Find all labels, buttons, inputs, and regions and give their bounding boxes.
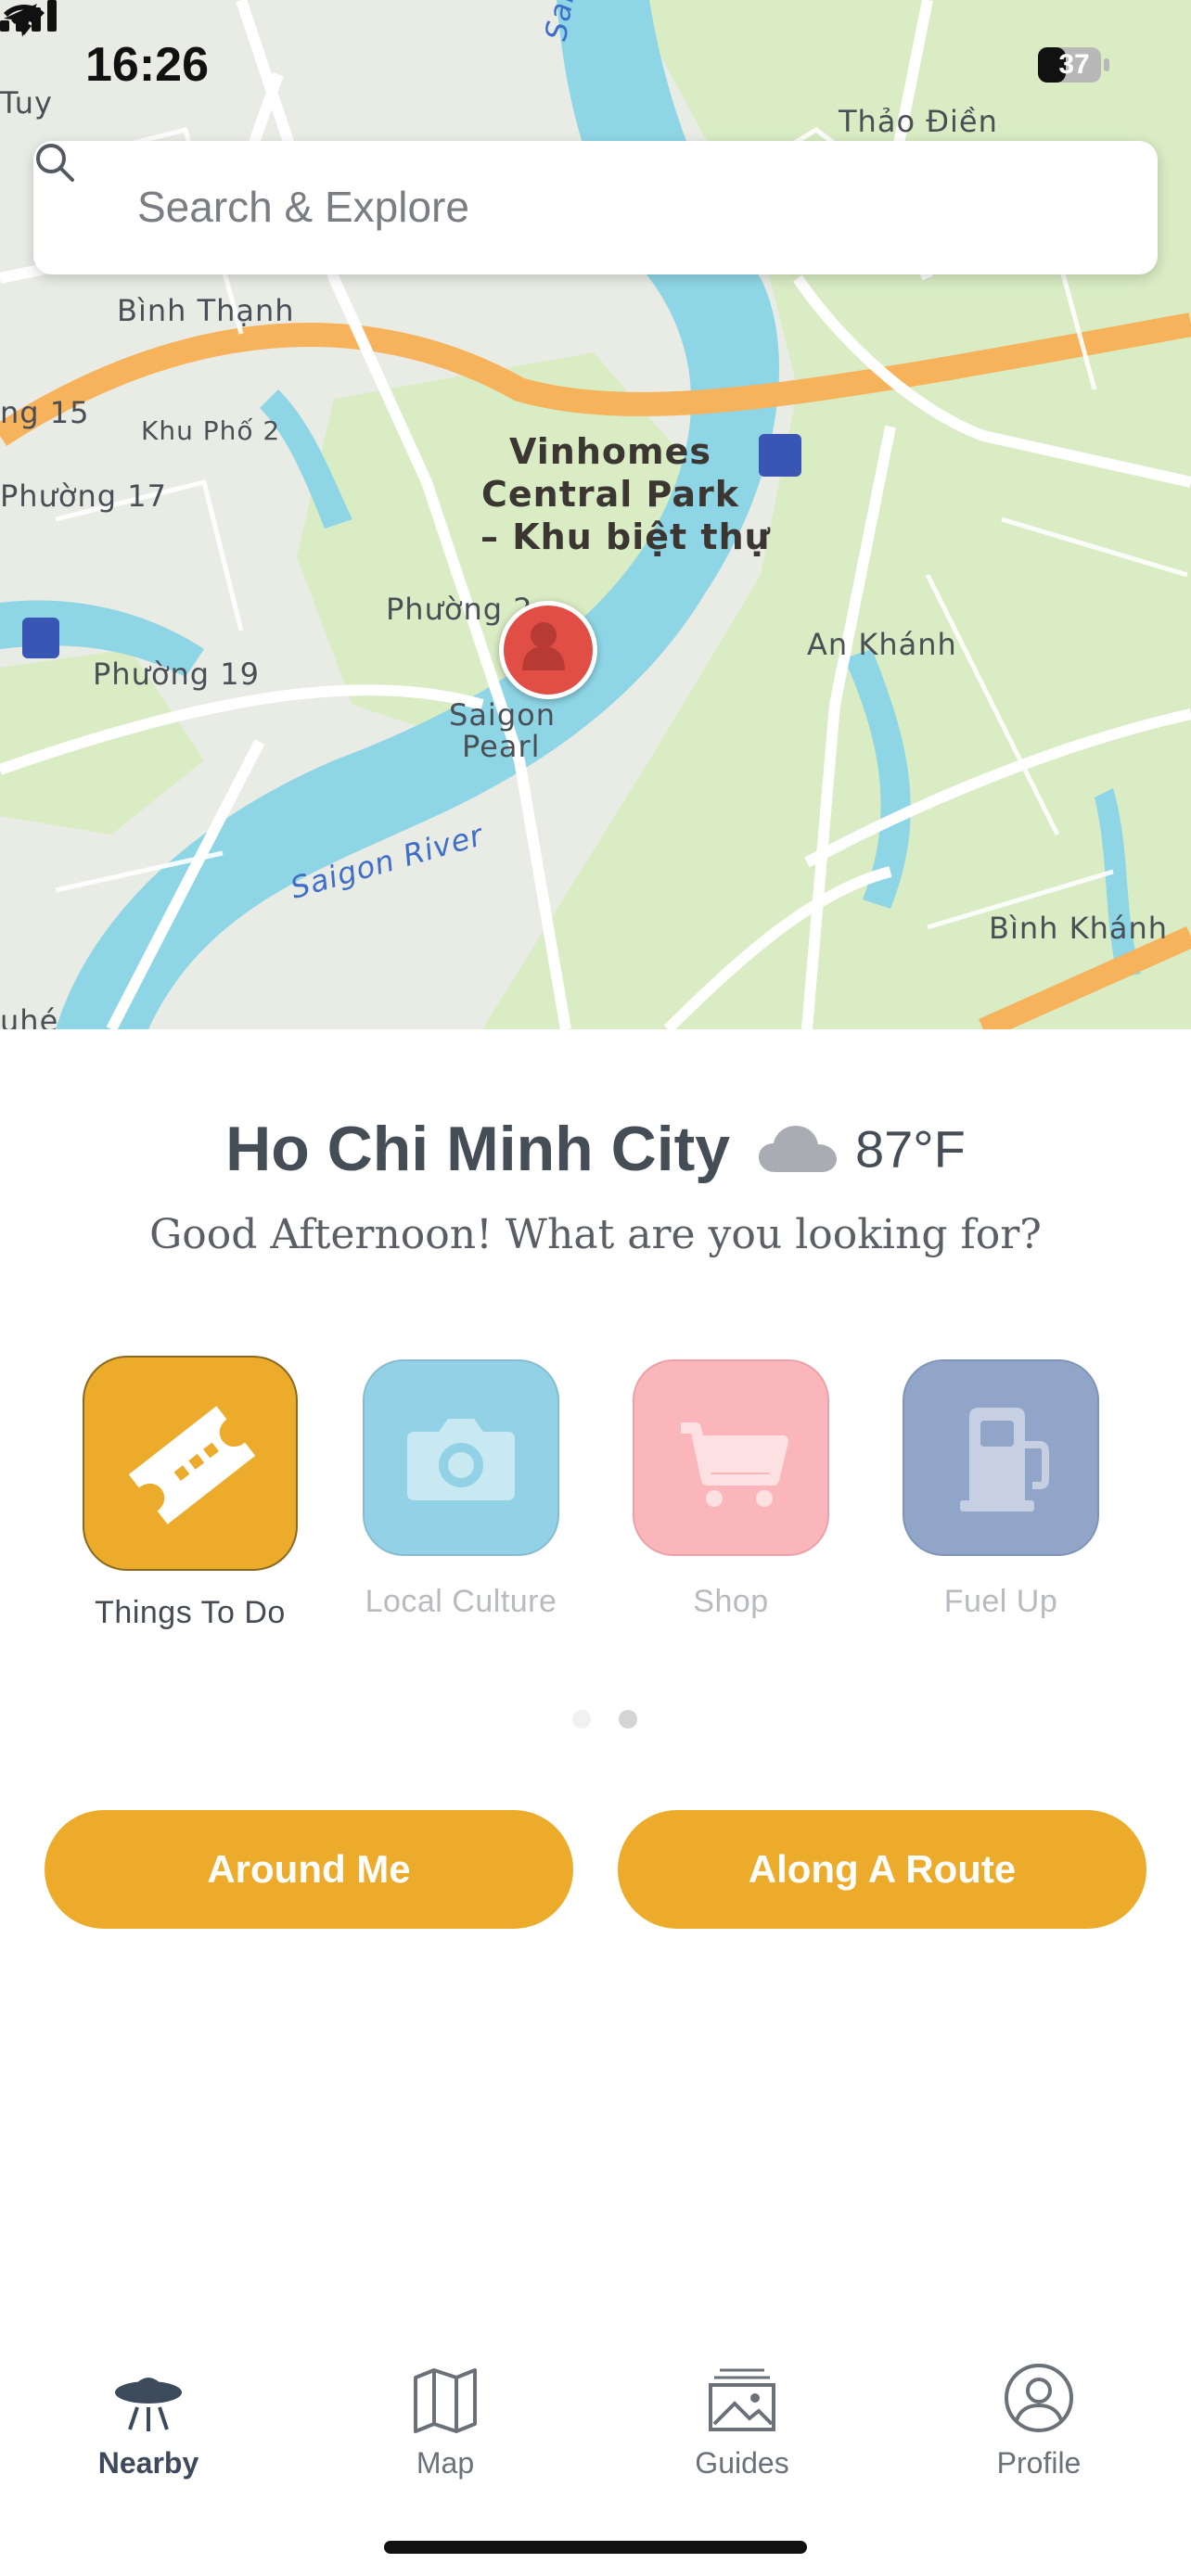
page-dot[interactable] <box>572 1710 591 1728</box>
map-label: Vinhomes <box>509 431 711 472</box>
category-tile[interactable] <box>633 1359 829 1556</box>
status-bar: 16:26 37 <box>0 0 1191 130</box>
around-me-button[interactable]: Around Me <box>45 1810 573 1929</box>
page-indicator[interactable] <box>560 1710 649 1733</box>
greeting-text: Good Afternoon! What are you looking for… <box>149 1211 1042 1258</box>
map-label: Central Park <box>481 474 739 515</box>
category-label: Local Culture <box>365 1584 557 1619</box>
battery-percentage: 37 <box>1058 49 1090 80</box>
temperature: 87°F <box>854 1119 966 1179</box>
map-label: An Khánh <box>807 627 957 662</box>
category-local-culture[interactable]: Local Culture <box>345 1359 577 1620</box>
map-label: Phường 19 <box>93 657 260 692</box>
category-tile[interactable] <box>83 1356 298 1571</box>
map-label: ng 15 <box>0 395 90 430</box>
tab-nearby[interactable]: Nearby <box>56 2355 241 2480</box>
ufo-icon <box>115 2378 182 2431</box>
profile-icon <box>1005 2364 1073 2432</box>
wifi-icon <box>4 5 45 35</box>
city-weather-header: Ho Chi Minh City 87°F <box>0 1113 1191 1196</box>
battery-icon: 37 <box>1037 46 1111 83</box>
map-label: – Khu biệt thự <box>480 516 771 557</box>
map-label: Khu Phố 2 <box>141 415 281 446</box>
category-label: Shop <box>693 1584 769 1619</box>
search-bar[interactable]: Search & Explore <box>33 141 1158 274</box>
ticket-icon <box>128 1406 256 1524</box>
category-label: Fuel Up <box>943 1584 1058 1619</box>
city-name: Ho Chi Minh City <box>225 1114 731 1184</box>
map-label: Pearl <box>462 729 541 764</box>
camera-icon <box>407 1419 515 1500</box>
map-view[interactable]: Thảo Điền Tuy Bình Thạnh ng 15 Khu Phố 2… <box>0 0 1191 1029</box>
map-label: Phường 17 <box>0 478 167 514</box>
category-label: Things To Do <box>95 1595 286 1630</box>
status-time: 16:26 <box>85 38 209 92</box>
tab-label: Profile <box>996 2446 1082 2480</box>
map-label: Bình Khánh <box>989 911 1169 946</box>
home-indicator[interactable] <box>384 2541 807 2554</box>
shopping-cart-icon <box>681 1422 788 1507</box>
map-label: Bình Thạnh <box>117 293 295 328</box>
tab-label: Guides <box>695 2446 789 2480</box>
page-dot-active[interactable] <box>619 1710 638 1728</box>
cloud-icon <box>758 1126 837 1172</box>
guides-icon <box>709 2368 775 2431</box>
category-fuel-up[interactable]: Fuel Up <box>885 1359 1117 1620</box>
search-icon <box>36 144 74 182</box>
map-icon <box>414 2368 477 2433</box>
category-shop[interactable]: Shop <box>615 1359 847 1620</box>
person-icon <box>522 622 565 670</box>
tab-guides[interactable]: Guides <box>649 2355 835 2480</box>
category-things-to-do[interactable]: Things To Do <box>74 1356 306 1631</box>
map-label: Saigon <box>449 697 556 733</box>
category-tile[interactable] <box>903 1359 1099 1556</box>
current-location-pin[interactable] <box>499 601 597 699</box>
tab-label: Map <box>416 2446 475 2480</box>
search-input[interactable]: Search & Explore <box>137 182 469 232</box>
tab-label: Nearby <box>97 2446 199 2480</box>
map-label: uhé <box>0 1003 59 1029</box>
along-a-route-button[interactable]: Along A Route <box>618 1810 1146 1929</box>
tab-map[interactable]: Map <box>352 2355 538 2480</box>
fuel-pump-icon <box>960 1408 1049 1511</box>
category-tile[interactable] <box>363 1359 559 1556</box>
tab-profile[interactable]: Profile <box>946 2355 1132 2480</box>
